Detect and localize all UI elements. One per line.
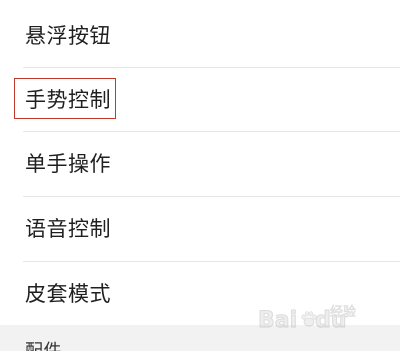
section-header-accessories: 配件	[0, 325, 400, 351]
section-label: 配件	[25, 343, 62, 351]
settings-item-label: 皮套模式	[25, 282, 111, 306]
settings-item-cover-mode[interactable]: 皮套模式	[0, 262, 400, 326]
settings-item-one-hand-mode[interactable]: 单手操作	[0, 132, 400, 196]
highlight-box	[14, 78, 116, 119]
settings-item-label: 悬浮按钮	[25, 24, 111, 48]
settings-list: 悬浮按钮 手势控制 单手操作 语音控制 皮套模式	[0, 0, 400, 325]
settings-item-voice-control[interactable]: 语音控制	[0, 197, 400, 261]
settings-item-label: 单手操作	[25, 152, 111, 176]
settings-item-label: 语音控制	[25, 217, 111, 241]
settings-item-floating-button[interactable]: 悬浮按钮	[0, 3, 400, 67]
